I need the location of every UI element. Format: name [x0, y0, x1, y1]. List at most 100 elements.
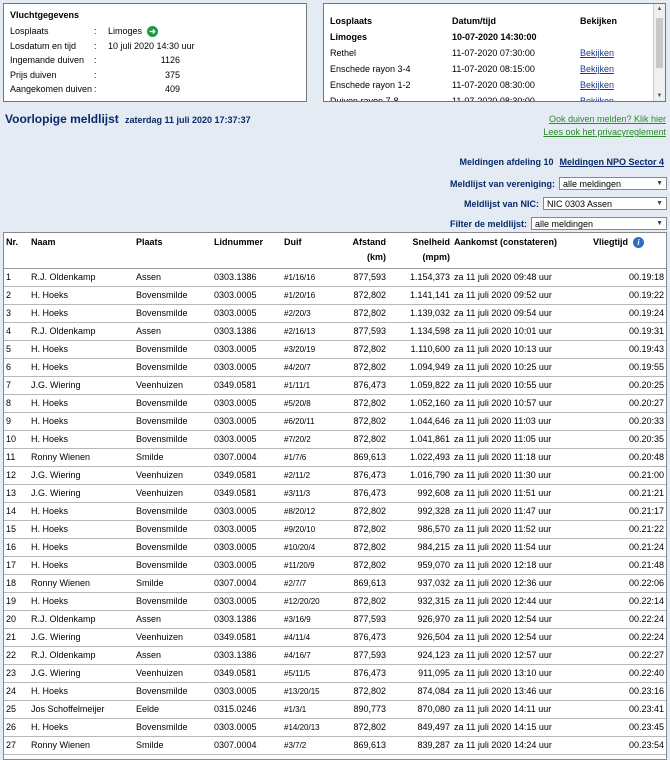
cell-afstand: 876,473 [338, 664, 388, 683]
flight-info-label: Prijs duiven [10, 69, 57, 80]
flight-info-value: Limoges [108, 26, 143, 37]
cell-aankomst: za 11 juli 2020 09:52 uur [452, 286, 582, 305]
snelheid-unit: (mpm) [422, 252, 451, 262]
cell-plaats: Assen [134, 322, 212, 341]
cell-duif: #7/20/2 [282, 430, 338, 449]
cell-naam: H. Hoeks [29, 538, 134, 557]
scroll-thumb[interactable] [656, 18, 663, 68]
flight-info-row: Prijs duiven: 375 [10, 68, 306, 83]
cell-plaats: Bovensmilde [134, 556, 212, 575]
bekijken-link[interactable]: Bekijken [580, 80, 614, 90]
cell-nr: 15 [4, 520, 29, 539]
cell-duif: #8/20/12 [282, 502, 338, 521]
info-icon[interactable]: i [633, 237, 644, 248]
cell-afstand: 872,802 [338, 286, 388, 305]
cell-naam: Jos Schoffelmeijer [29, 700, 134, 719]
cell-lidnummer: 0303.0005 [212, 718, 282, 737]
cell-aankomst: za 11 juli 2020 12:54 uur [452, 610, 582, 629]
arrow-right-icon[interactable]: ➜ [147, 25, 159, 37]
cell-duif: #2/20/3 [282, 304, 338, 323]
cell-aankomst: za 11 juli 2020 11:05 uur [452, 430, 582, 449]
bekijken-link[interactable]: Bekijken [580, 96, 614, 101]
cell-aankomst: za 11 juli 2020 11:30 uur [452, 466, 582, 485]
cell-naam: R.J. Oldenkamp [29, 610, 134, 629]
scroll-down-icon[interactable]: ▼ [654, 91, 665, 101]
cell-plaats: Assen [134, 610, 212, 629]
cell-afstand: 876,473 [338, 484, 388, 503]
cell-snelheid: 924,123 [388, 646, 452, 665]
table-row: 17 H. Hoeks Bovensmilde 0303.0005 #11/20/9 87… [4, 556, 666, 575]
cell-plaats: Bovensmilde [134, 538, 212, 557]
col-snelheid: Snelheid (mpm) [388, 233, 452, 269]
filter-value: alle meldingen [535, 218, 594, 229]
cell-afstand: 872,802 [338, 520, 388, 539]
cell-plaats: Bovensmilde [134, 394, 212, 413]
bekijken-link[interactable]: Bekijken [580, 48, 614, 58]
cell-duif: #1/3/1 [282, 700, 338, 719]
privacy-link[interactable]: Lees ook het privacyreglement [543, 127, 666, 137]
cell-aankomst: za 11 juli 2020 11:18 uur [452, 448, 582, 467]
cell-plaats: Bovensmilde [134, 502, 212, 521]
flights-scrollbar[interactable]: ▲ ▼ [653, 4, 665, 101]
table-row: 3 H. Hoeks Bovensmilde 0303.0005 #2/20/3 872,… [4, 304, 666, 323]
melden-link[interactable]: Ook duiven melden? Klik hier [549, 114, 666, 124]
cell-afstand: 872,802 [338, 340, 388, 359]
cell-aankomst: za 11 juli 2020 11:54 uur [452, 538, 582, 557]
cell-vliegtijd: 00.20:48 [582, 448, 666, 467]
cell-naam: R.J. Oldenkamp [29, 322, 134, 341]
cell-lidnummer: 0303.0005 [212, 394, 282, 413]
cell-aankomst: za 11 juli 2020 12:44 uur [452, 592, 582, 611]
cell-duif: #3/20/19 [282, 340, 338, 359]
cell-nr: 18 [4, 574, 29, 593]
cell-vliegtijd: 00.22:27 [582, 646, 666, 665]
cell-snelheid: 1.041,861 [388, 430, 452, 449]
cell-nr: 16 [4, 538, 29, 557]
flight-datetime: 11-07-2020 07:30:00 [452, 48, 535, 58]
cell-naam: H. Hoeks [29, 430, 134, 449]
cell-afstand: 872,802 [338, 430, 388, 449]
table-row: 21 J.G. Wiering Veenhuizen 0349.0581 #4/11/4… [4, 628, 666, 647]
cell-aankomst: za 11 juli 2020 10:13 uur [452, 340, 582, 359]
cell-duif: #3/11/3 [282, 484, 338, 503]
cell-afstand: 872,802 [338, 682, 388, 701]
col-nr: Nr. [4, 233, 29, 269]
cell-vliegtijd: 00.20:35 [582, 430, 666, 449]
cell-duif: #9/20/10 [282, 520, 338, 539]
cell-duif: #4/16/7 [282, 646, 338, 665]
nic-select[interactable]: NIC 0303 Assen ▼ [543, 197, 667, 210]
cell-plaats: Veenhuizen [134, 376, 212, 395]
flight-info-value: 10 juli 2020 14:30 uur [108, 40, 195, 51]
cell-naam: H. Hoeks [29, 286, 134, 305]
scroll-up-icon[interactable]: ▲ [654, 4, 665, 14]
cell-vliegtijd: 00.23:54 [582, 736, 666, 755]
cell-lidnummer: 0303.1386 [212, 322, 282, 341]
cell-naam: H. Hoeks [29, 592, 134, 611]
cell-naam: J.G. Wiering [29, 376, 134, 395]
col-duif: Duif [282, 233, 338, 269]
cell-duif: #10/20/4 [282, 538, 338, 557]
table-row: 24 H. Hoeks Bovensmilde 0303.0005 #13/20/15 8… [4, 682, 666, 701]
filter-vereniging: Meldlijst van vereniging: alle meldingen… [450, 177, 667, 190]
cell-snelheid: 1.016,790 [388, 466, 452, 485]
cell-plaats: Assen [134, 646, 212, 665]
table-row: 26 H. Hoeks Bovensmilde 0303.0005 #14/20/13 8… [4, 718, 666, 737]
table-row: 12 J.G. Wiering Veenhuizen 0349.0581 #2/11/2… [4, 466, 666, 485]
bekijken-link[interactable]: Bekijken [580, 64, 614, 74]
cell-snelheid: 874,084 [388, 682, 452, 701]
cell-naam: H. Hoeks [29, 556, 134, 575]
filter-meldlijst: Filter de meldlijst: alle meldingen ▼ [450, 217, 667, 230]
cell-vliegtijd: 00.23:16 [582, 682, 666, 701]
flights-panel: Losplaats Datum/tijd Bekijken Limoges 10-… [323, 3, 666, 102]
cell-aankomst: za 11 juli 2020 12:54 uur [452, 628, 582, 647]
cell-nr: 23 [4, 664, 29, 683]
cell-duif: #13/20/15 [282, 682, 338, 701]
vereniging-select[interactable]: alle meldingen ▼ [559, 177, 667, 190]
cell-naam: H. Hoeks [29, 358, 134, 377]
cell-vliegtijd: 00.20:33 [582, 412, 666, 431]
filter-select[interactable]: alle meldingen ▼ [531, 217, 667, 230]
npo-sector-link[interactable]: Meldingen NPO Sector 4 [559, 157, 664, 167]
table-row: 16 H. Hoeks Bovensmilde 0303.0005 #10/20/4 87… [4, 538, 666, 557]
cell-vliegtijd: 00.19:22 [582, 286, 666, 305]
cell-afstand: 872,802 [338, 538, 388, 557]
flight-datetime: 10-07-2020 14:30:00 [452, 32, 537, 42]
